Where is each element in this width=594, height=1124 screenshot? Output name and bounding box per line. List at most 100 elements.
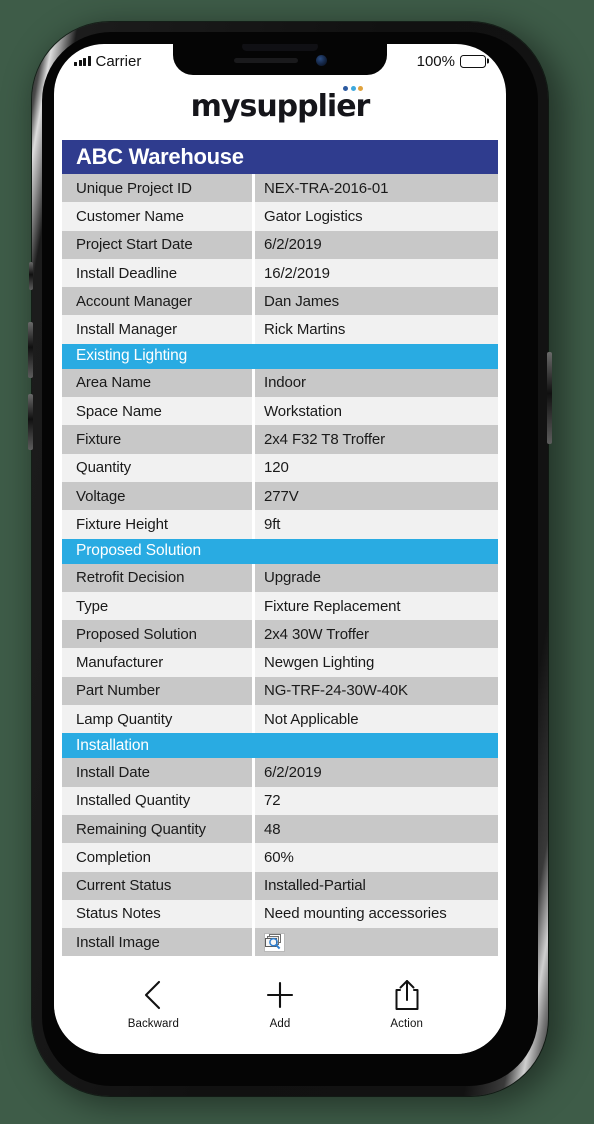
row-value[interactable]: Workstation	[255, 397, 498, 426]
table-row[interactable]: Quantity 120	[62, 453, 498, 482]
row-label: Space Name	[62, 397, 252, 426]
row-label: Fixture Height	[62, 510, 252, 539]
power-button[interactable]	[547, 352, 552, 444]
row-value[interactable]: Newgen Lighting	[255, 648, 498, 677]
row-label: Remaining Quantity	[62, 814, 252, 844]
row-value[interactable]	[255, 928, 498, 957]
row-value[interactable]: 6/2/2019	[255, 230, 498, 259]
row-label: Install Date	[62, 758, 252, 787]
table-row[interactable]: Project Start Date 6/2/2019	[62, 230, 498, 259]
table-row[interactable]: Fixture Height 9ft	[62, 510, 498, 539]
table-row[interactable]: Proposed Solution 2x4 30W Troffer	[62, 620, 498, 649]
notch	[173, 44, 387, 75]
table-row[interactable]: Completion 60%	[62, 843, 498, 872]
row-label: Customer Name	[62, 202, 252, 231]
volume-down-button[interactable]	[28, 394, 33, 450]
row-value[interactable]: 120	[255, 453, 498, 482]
row-value[interactable]: Upgrade	[255, 563, 498, 592]
row-label: Installed Quantity	[62, 786, 252, 815]
share-up-icon[interactable]	[394, 978, 420, 1012]
table-row[interactable]: Install Image	[62, 928, 498, 957]
table-row[interactable]: Account Manager Dan James	[62, 287, 498, 316]
table-row[interactable]: Type Fixture Replacement	[62, 591, 498, 621]
row-label: Voltage	[62, 481, 252, 511]
image-preview-icon[interactable]	[264, 932, 285, 952]
table-row[interactable]: Current Status Installed-Partial	[62, 871, 498, 900]
row-value[interactable]: 277V	[255, 481, 498, 511]
toolbar-item-label: Add	[269, 1018, 291, 1030]
phone-frame: Carrier 100% mysupplier ABC Warehouse Un…	[28, 22, 552, 1096]
row-value[interactable]: Gator Logistics	[255, 202, 498, 231]
row-value[interactable]: Indoor	[255, 368, 498, 398]
row-value[interactable]: 9ft	[255, 510, 498, 539]
chevron-left-icon[interactable]	[141, 978, 165, 1012]
volume-up-button[interactable]	[28, 322, 33, 378]
table-row[interactable]: Customer Name Gator Logistics	[62, 202, 498, 231]
row-value[interactable]: 2x4 30W Troffer	[255, 620, 498, 649]
row-label: Unique Project ID	[62, 174, 252, 203]
row-label: Account Manager	[62, 287, 252, 316]
row-label: Status Notes	[62, 899, 252, 929]
section-header: Proposed Solution	[62, 538, 498, 564]
record-table: ABC Warehouse Unique Project ID NEX-TRA-2…	[62, 140, 498, 957]
table-row[interactable]: Install Manager Rick Martins	[62, 315, 498, 344]
silent-switch-button[interactable]	[29, 262, 33, 290]
toolbar-item-label: Action	[390, 1018, 423, 1030]
row-value[interactable]: 6/2/2019	[255, 758, 498, 787]
row-value[interactable]: Dan James	[255, 287, 498, 316]
table-row[interactable]: Remaining Quantity 48	[62, 814, 498, 844]
row-label: Type	[62, 591, 252, 621]
row-value[interactable]: 16/2/2019	[255, 258, 498, 288]
status-bar-left: Carrier	[74, 53, 141, 70]
table-row[interactable]: Manufacturer Newgen Lighting	[62, 648, 498, 677]
table-row[interactable]: Unique Project ID NEX-TRA-2016-01	[62, 174, 498, 203]
app-logo: mysupplier	[54, 78, 506, 134]
row-label: Install Image	[62, 928, 252, 957]
table-row[interactable]: Fixture 2x4 F32 T8 Troffer	[62, 425, 498, 454]
row-value[interactable]: 60%	[255, 843, 498, 872]
front-camera-icon	[315, 55, 327, 66]
table-row[interactable]: Status Notes Need mounting accessories	[62, 899, 498, 929]
row-value[interactable]: Fixture Replacement	[255, 591, 498, 621]
row-label: Area Name	[62, 368, 252, 398]
bottom-toolbar: Backward Add Action	[54, 970, 506, 1054]
row-value[interactable]: NG-TRF-24-30W-40K	[255, 676, 498, 706]
carrier-label: Carrier	[95, 52, 142, 70]
table-row[interactable]: Area Name Indoor	[62, 368, 498, 398]
table-row[interactable]: Install Date 6/2/2019	[62, 758, 498, 787]
toolbar-item-add[interactable]: Add	[217, 978, 344, 1030]
battery-full-icon	[460, 54, 486, 68]
row-value[interactable]: Rick Martins	[255, 315, 498, 344]
row-value[interactable]: 2x4 F32 T8 Troffer	[255, 425, 498, 454]
row-label: Completion	[62, 843, 252, 872]
row-value[interactable]: NEX-TRA-2016-01	[255, 174, 498, 203]
row-value[interactable]: 72	[255, 786, 498, 815]
table-row[interactable]: Voltage 277V	[62, 481, 498, 511]
table-row[interactable]: Lamp Quantity Not Applicable	[62, 705, 498, 734]
plus-icon[interactable]	[266, 978, 294, 1012]
row-label: Current Status	[62, 871, 252, 900]
logo-text-wrap: mysupplier	[191, 85, 370, 124]
toolbar-item-label: Backward	[127, 1018, 179, 1030]
battery-percent-label: 100%	[416, 52, 455, 70]
toolbar-item-action[interactable]: Action	[343, 978, 470, 1030]
row-value[interactable]: Installed-Partial	[255, 871, 498, 900]
row-label: Manufacturer	[62, 648, 252, 677]
section-header: Installation	[62, 733, 498, 759]
table-row[interactable]: Installed Quantity 72	[62, 786, 498, 815]
toolbar-item-backward[interactable]: Backward	[90, 978, 217, 1030]
table-row[interactable]: Part Number NG-TRF-24-30W-40K	[62, 676, 498, 706]
row-label: Install Deadline	[62, 258, 252, 288]
scene: Carrier 100% mysupplier ABC Warehouse Un…	[0, 0, 594, 1124]
row-label: Part Number	[62, 676, 252, 706]
row-label: Install Manager	[62, 315, 252, 344]
row-label: Fixture	[62, 425, 252, 454]
row-label: Retrofit Decision	[62, 563, 252, 592]
notch-top-bar	[242, 44, 318, 51]
row-value[interactable]: Need mounting accessories	[255, 899, 498, 929]
row-value[interactable]: 48	[255, 814, 498, 844]
table-row[interactable]: Install Deadline 16/2/2019	[62, 258, 498, 288]
row-value[interactable]: Not Applicable	[255, 705, 498, 734]
table-row[interactable]: Space Name Workstation	[62, 397, 498, 426]
table-row[interactable]: Retrofit Decision Upgrade	[62, 563, 498, 592]
